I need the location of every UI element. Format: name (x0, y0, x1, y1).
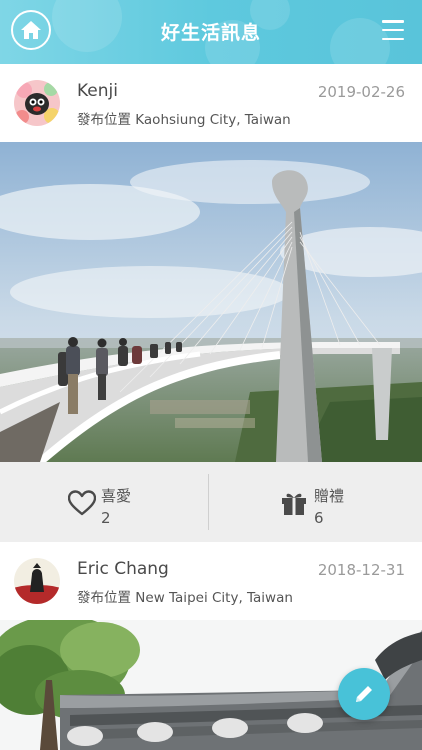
post-header: Eric Chang 2018-12-31 發布位置 New Taipei Ci… (0, 542, 422, 620)
post-location: 發布位置 Kaohsiung City, Taiwan (77, 112, 291, 128)
skywalk-photo (0, 142, 422, 462)
avatar[interactable] (14, 80, 60, 126)
page-title: 好生活訊息 (160, 22, 261, 44)
menu-icon-bar (382, 28, 404, 32)
menu-button[interactable] (382, 20, 404, 40)
menu-icon-bar (382, 20, 404, 23)
gift-count: 6 (314, 509, 324, 527)
post-actions: 喜愛 2 贈禮 6 (0, 462, 422, 542)
post-username[interactable]: Eric Chang (77, 559, 169, 579)
post-location: 發布位置 New Taipei City, Taiwan (77, 590, 293, 606)
post-username[interactable]: Kenji (77, 81, 118, 101)
avatar[interactable] (14, 558, 60, 604)
pencil-icon (356, 686, 372, 702)
post-date: 2018-12-31 (317, 561, 405, 579)
avatar-image (14, 80, 60, 126)
gift-icon (282, 493, 306, 515)
gift-button[interactable]: 贈禮 6 (213, 462, 422, 542)
action-divider (208, 474, 209, 530)
post-date: 2019-02-26 (317, 83, 405, 101)
app-screen: 好生活訊息 Kenji 2019-02-26 發布位置 Kaohsiung Ci… (0, 0, 422, 750)
post-header: Kenji 2019-02-26 發布位置 Kaohsiung City, Ta… (0, 64, 422, 142)
like-label: 喜愛 (101, 487, 132, 505)
compose-button[interactable] (338, 668, 390, 720)
gift-label: 贈禮 (314, 487, 345, 505)
heart-icon (68, 490, 96, 516)
post-photo[interactable] (0, 142, 422, 462)
avatar-image (14, 558, 60, 604)
like-button[interactable]: 喜愛 2 (0, 462, 209, 542)
app-header: 好生活訊息 (0, 0, 422, 64)
like-count: 2 (101, 509, 111, 527)
menu-icon-bar (382, 37, 404, 40)
